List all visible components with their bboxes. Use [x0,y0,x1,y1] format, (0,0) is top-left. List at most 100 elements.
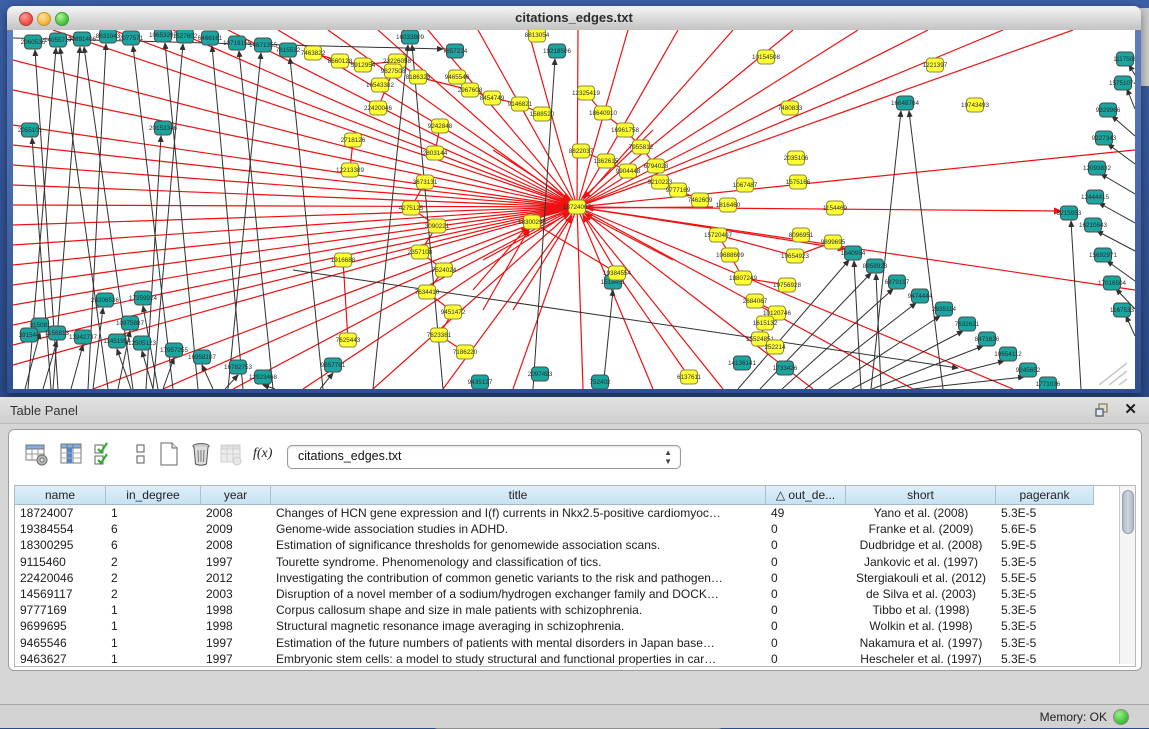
graph-node[interactable]: 10719155 [223,36,252,50]
graph-node[interactable]: 9777169 [666,183,691,197]
column-header-name[interactable]: name [15,486,106,504]
vertical-scrollbar[interactable] [1119,486,1135,664]
graph-node[interactable]: 1816460 [716,198,741,212]
graph-node[interactable]: 18807249 [729,271,758,285]
graph-node[interactable]: 1156813 [45,326,70,340]
graph-node[interactable]: 8215953 [1057,206,1082,220]
memory-status-indicator[interactable] [1113,709,1129,725]
graph-node[interactable]: 9857791 [321,358,346,372]
graph-node[interactable]: 1154469 [823,201,848,215]
graph-node[interactable]: 7625443 [336,333,361,347]
graph-node[interactable]: 2097493 [528,367,553,381]
graph-node[interactable]: 7480833 [778,101,803,115]
graph-node[interactable]: 16648784 [891,96,920,110]
delete-table-icon[interactable] [189,442,213,466]
graph-node[interactable]: 9465546 [445,70,470,84]
graph-node[interactable]: 9227343 [1092,131,1117,145]
graph-node[interactable]: 4275125 [399,201,424,215]
column-header-short[interactable]: short [846,486,996,504]
graph-node[interactable]: 14136141 [728,356,757,370]
graph-node[interactable]: 8186328 [406,70,431,84]
graph-node[interactable]: 10654112 [994,347,1022,361]
graph-node[interactable]: 22420046 [364,101,393,115]
graph-node[interactable]: 2935114 [932,302,957,316]
network-window-titlebar[interactable]: citations_edges.txt [7,6,1141,31]
graph-node[interactable]: 9474444 [908,289,933,303]
graph-node[interactable]: 8660128 [328,54,353,68]
graph-node[interactable]: 2035106 [784,151,809,165]
graph-node[interactable]: 6879197 [885,275,910,289]
graph-node[interactable]: 15692971 [1089,248,1118,262]
graph-node[interactable]: 19756928 [773,278,802,292]
table-row[interactable]: 977716911998Corpus callosum shape and si… [15,602,1094,618]
graph-node[interactable]: 7632621 [955,317,980,331]
graph-node[interactable]: 19218506 [543,44,572,58]
graph-node[interactable]: 8822037 [569,144,594,158]
table-row[interactable]: 1938455462009Genome-wide association stu… [15,521,1094,537]
graph-node[interactable]: 1640954 [841,246,866,260]
table-row[interactable]: 1830029562008Estimation of significance … [15,537,1094,553]
select-rows-icon[interactable] [93,442,117,466]
close-panel-icon[interactable]: ✕ [1124,400,1137,418]
graph-node[interactable]: 2077571 [119,31,144,45]
function-builder-icon[interactable]: f(x) [253,442,283,466]
row-height-icon[interactable] [129,442,153,466]
graph-node[interactable]: 752402 [589,375,611,389]
table-row[interactable]: 911546021997Tourette syndrome. Phenomeno… [15,554,1094,570]
graph-node[interactable]: 9146821 [508,97,533,111]
column-header-pagerank[interactable]: pagerank [996,486,1094,504]
column-header-year[interactable]: year [201,486,271,504]
graph-node[interactable]: 3090221 [425,219,450,233]
graph-node[interactable]: 12444415 [1081,190,1110,204]
graph-node[interactable]: 7524024 [432,263,457,277]
graph-node[interactable]: 7857224 [443,44,468,58]
create-table-icon[interactable] [157,442,181,466]
table-row[interactable]: 1456911722003Disruption of a novel membe… [15,586,1094,602]
graph-node[interactable]: 12325419 [572,86,601,100]
column-header-out_de[interactable]: △ out_de... [766,486,846,504]
graph-node[interactable]: 7462609 [688,193,713,207]
graph-node[interactable]: 1733426 [773,361,798,375]
graph-node[interactable]: 6137611 [677,370,702,384]
table-selector-dropdown[interactable]: citations_edges.txt ▲▼ [287,445,681,469]
graph-node[interactable]: 1527602 [173,30,198,43]
float-window-icon[interactable] [1095,402,1111,418]
graph-node[interactable]: 8471626 [975,332,1000,346]
scrollbar-thumb[interactable] [1122,490,1134,534]
column-header-title[interactable]: title [271,486,766,504]
network-graph-canvas[interactable]: 2060536140557172089140686310432077571106… [13,30,1135,389]
graph-node[interactable]: 16033809 [396,30,425,44]
graph-node[interactable]: 16210643 [1079,218,1108,232]
graph-node[interactable]: 7634410 [415,285,440,299]
resize-grip-icon[interactable] [1093,359,1127,385]
graph-svg[interactable]: 2060536140557172089140686310432077571106… [13,30,1135,389]
graph-node[interactable]: 17359924 [129,291,158,305]
graph-node[interactable]: 1221397 [923,58,948,72]
graph-node[interactable]: 1771036 [1036,377,1061,389]
graph-node[interactable]: 1067487 [733,178,758,192]
table-panel-titlebar[interactable]: Table Panel ✕ [0,397,1149,424]
graph-node[interactable]: 13942737 [69,330,98,344]
graph-node[interactable]: 12093832 [1083,161,1112,175]
graph-node[interactable]: 18640910 [589,106,618,120]
graph-node[interactable]: 16961758 [611,123,640,137]
graph-node[interactable]: 252214 [764,340,786,354]
table-row[interactable]: 1872400712008Changes of HCN gene express… [15,505,1094,521]
graph-node[interactable]: 7463822 [301,46,326,60]
graph-node[interactable]: 10688609 [716,248,745,262]
graph-node[interactable]: 8454749 [480,91,505,105]
table-row[interactable]: 946362711997Embryonic stem cells: a mode… [15,651,1094,665]
graph-node[interactable]: 1362615 [594,154,619,168]
graph-node[interactable]: 1167533 [1110,303,1135,317]
graph-node[interactable]: 2357108 [408,245,433,259]
graph-node[interactable]: 9245652 [1016,363,1041,377]
graph-node[interactable]: 5912954 [351,58,376,72]
graph-node[interactable]: 1575166 [786,175,811,189]
show-columns-icon[interactable] [59,442,83,466]
graph-node[interactable]: 9904448 [616,164,641,178]
graph-node[interactable]: 16782753 [224,360,253,374]
graph-node[interactable]: 19654923 [781,249,810,263]
table-row[interactable]: 969969511998Structural magnetic resonanc… [15,618,1094,634]
graph-node[interactable]: 10975887 [116,316,145,330]
graph-node[interactable]: 9451472 [441,305,466,319]
